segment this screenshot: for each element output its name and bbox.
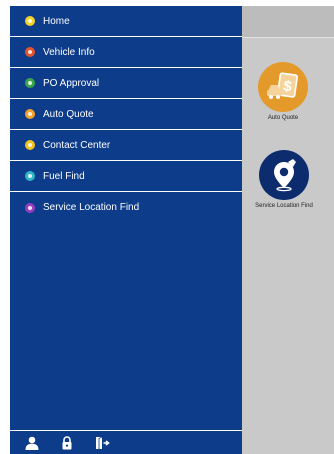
menu-item-label: Vehicle Info	[43, 46, 95, 58]
fuel-find-icon	[25, 171, 35, 181]
auto-quote-tile-icon: $	[258, 62, 308, 112]
menu-item-po-approval[interactable]: PO Approval	[10, 68, 242, 99]
menu-item-auto-quote[interactable]: Auto Quote	[10, 99, 242, 130]
menu-item-label: Service Location Find	[43, 202, 140, 213]
menu-item-vehicle-info[interactable]: Vehicle Info	[10, 37, 242, 68]
drawer-bottom-bar	[10, 430, 242, 454]
menu-item-label: Home	[43, 15, 70, 27]
auto-quote-tile-label: Auto Quote	[267, 115, 299, 121]
service-location-tile[interactable]: Service Location Find	[249, 150, 319, 210]
menu-item-label: PO Approval	[43, 77, 100, 89]
service-location-icon	[25, 202, 35, 213]
menu-item-label: Contact Center	[43, 139, 111, 151]
menu-item-label: Fuel Find	[43, 170, 85, 182]
content-panel: $ Auto Quote Service Location Find	[242, 6, 334, 454]
auto-quote-tile[interactable]: $ Auto Quote	[248, 62, 318, 122]
menu-item-label: Auto Quote	[43, 108, 94, 120]
menu-item-contact-center[interactable]: Contact Center	[10, 130, 242, 161]
home-icon	[25, 16, 35, 26]
logout-icon[interactable]	[94, 436, 110, 450]
service-location-tile-icon	[259, 150, 309, 200]
service-location-tile-label: Service Location Find	[255, 203, 313, 209]
contact-center-icon	[25, 140, 35, 150]
user-icon[interactable]	[24, 436, 40, 450]
menu-item-service-location-find[interactable]: Service Location Find	[10, 192, 242, 223]
vehicle-info-icon	[25, 47, 35, 57]
navigation-drawer: Home Vehicle Info PO Approval Auto Quote…	[10, 6, 242, 454]
menu-item-fuel-find[interactable]: Fuel Find	[10, 161, 242, 192]
po-approval-icon	[25, 78, 35, 88]
navigation-menu: Home Vehicle Info PO Approval Auto Quote…	[10, 6, 242, 223]
panel-header	[242, 6, 334, 38]
auto-quote-icon	[25, 109, 35, 119]
menu-item-home[interactable]: Home	[10, 6, 242, 37]
lock-icon[interactable]	[59, 435, 75, 450]
